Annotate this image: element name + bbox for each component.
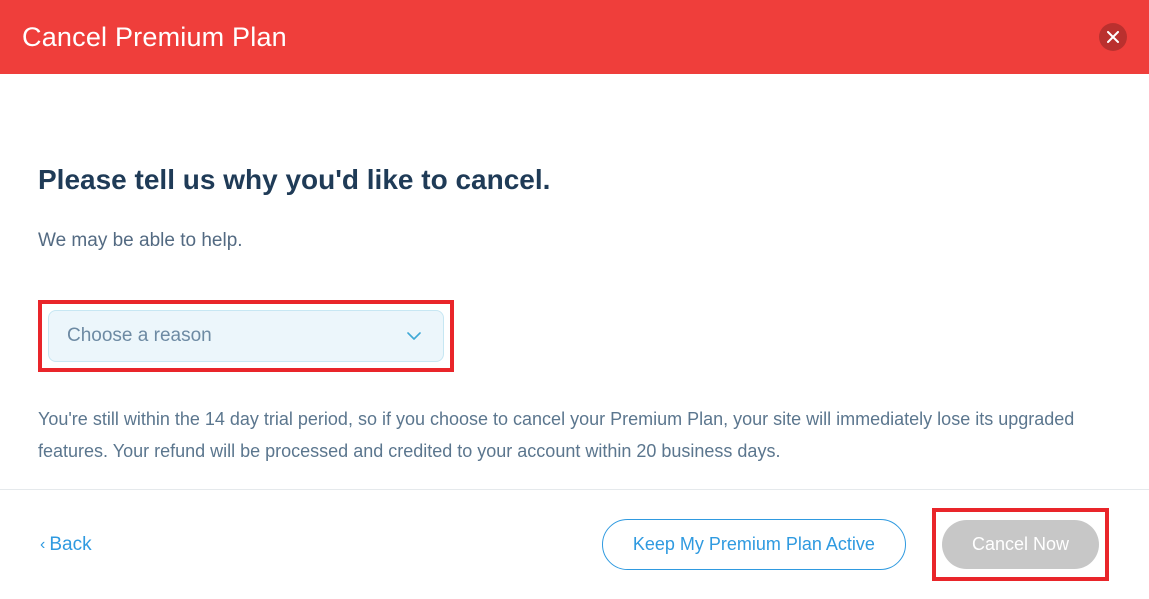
modal-body: Please tell us why you'd like to cancel.… bbox=[0, 74, 1149, 467]
close-button[interactable] bbox=[1099, 23, 1127, 51]
back-label: Back bbox=[49, 534, 91, 556]
keep-plan-button[interactable]: Keep My Premium Plan Active bbox=[602, 519, 906, 570]
cancel-heading: Please tell us why you'd like to cancel. bbox=[38, 164, 1111, 196]
reason-dropdown[interactable]: Choose a reason bbox=[48, 310, 444, 362]
modal-header: Cancel Premium Plan bbox=[0, 0, 1149, 74]
highlight-dropdown: Choose a reason bbox=[38, 300, 454, 372]
highlight-cancel-button: Cancel Now bbox=[932, 508, 1109, 581]
reason-dropdown-placeholder: Choose a reason bbox=[67, 325, 212, 347]
modal-footer: ‹ Back Keep My Premium Plan Active Cance… bbox=[0, 489, 1149, 599]
modal-cancel-premium: Cancel Premium Plan Please tell us why y… bbox=[0, 0, 1149, 599]
cancel-subheading: We may be able to help. bbox=[38, 230, 1111, 252]
footer-actions: Keep My Premium Plan Active Cancel Now bbox=[602, 508, 1109, 581]
chevron-down-icon bbox=[407, 332, 421, 341]
back-link[interactable]: ‹ Back bbox=[40, 534, 92, 556]
cancel-now-button[interactable]: Cancel Now bbox=[942, 520, 1099, 569]
cancel-info-text: You're still within the 14 day trial per… bbox=[38, 404, 1111, 467]
close-icon bbox=[1107, 31, 1119, 43]
modal-title: Cancel Premium Plan bbox=[22, 22, 287, 53]
chevron-left-icon: ‹ bbox=[40, 536, 45, 554]
